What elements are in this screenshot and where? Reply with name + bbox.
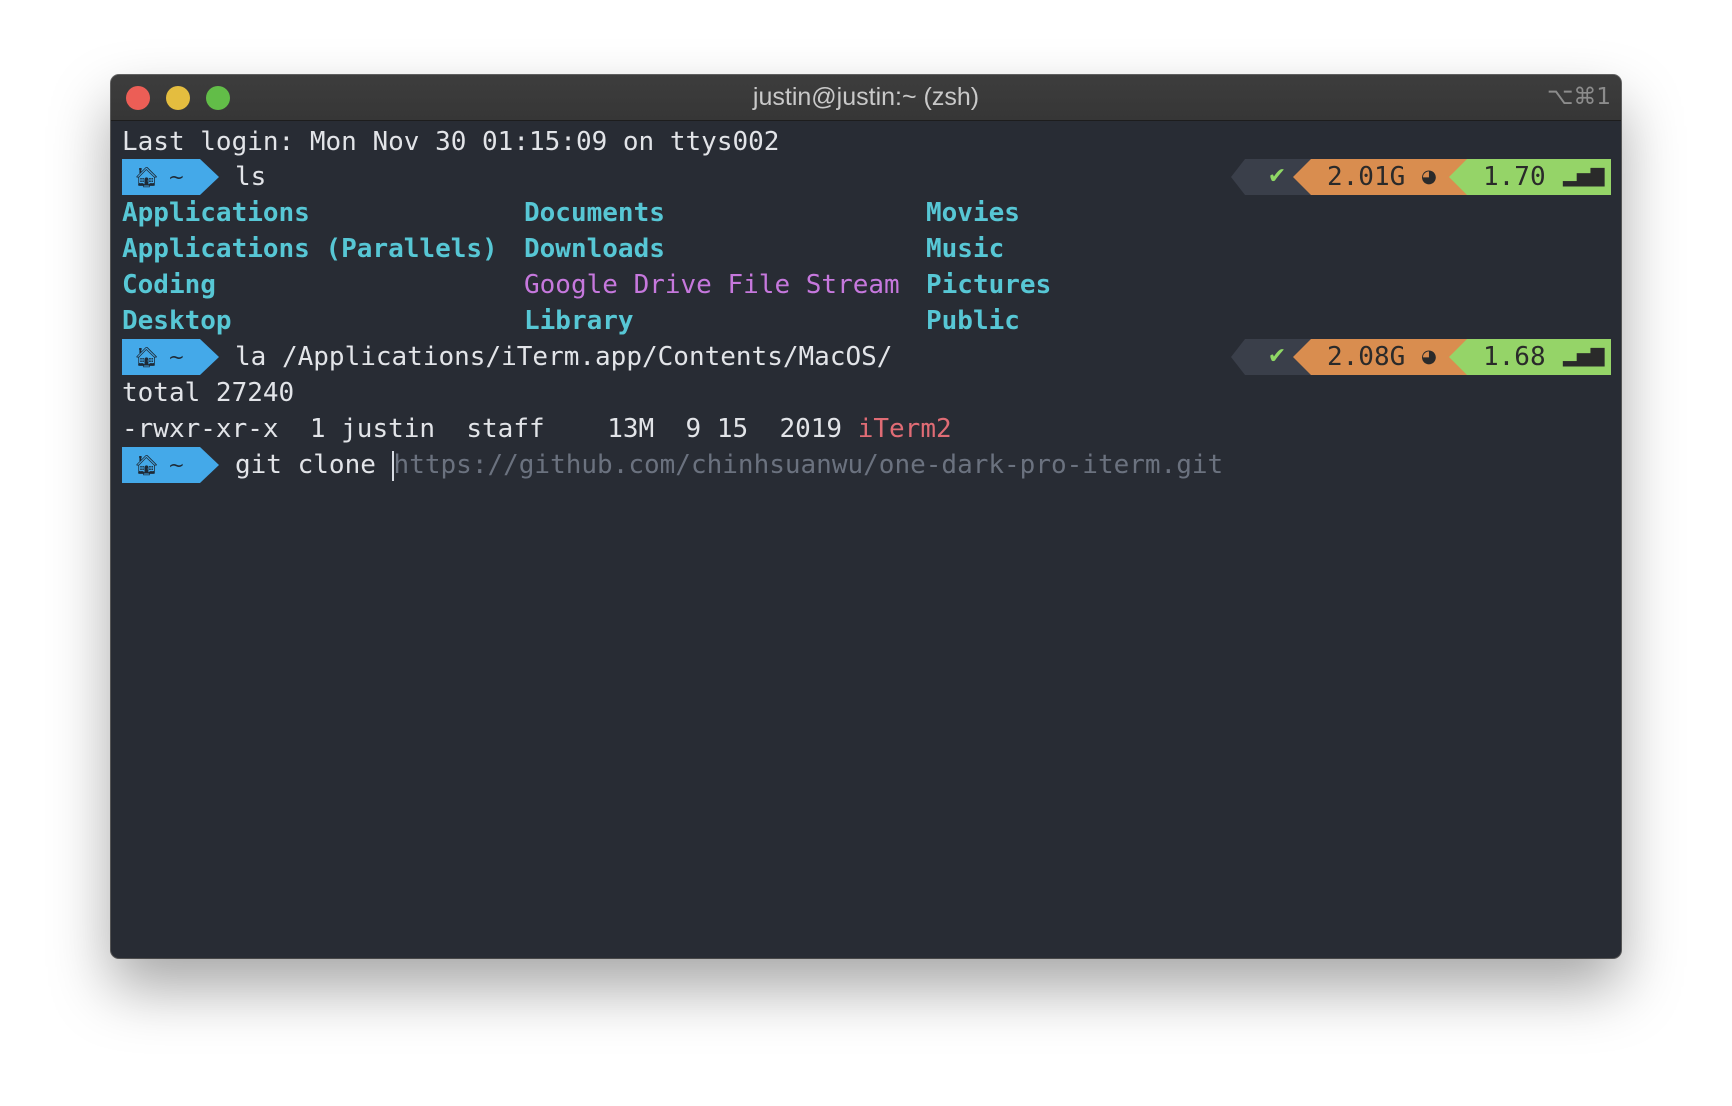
dir-entry: Documents [524, 198, 665, 228]
file-entry: -rwxr-xr-x 1 justin staff 13M 9 15 2019 … [122, 411, 952, 447]
dir-entry: Coding [122, 270, 216, 300]
dir-entry: Applications (Parallels) [122, 234, 498, 264]
title-bar[interactable]: justin@justin:~ (zsh) ⌥⌘1 [111, 75, 1621, 121]
dir-entry: Pictures [926, 270, 1052, 300]
command-text: ls [235, 162, 267, 192]
dir-entry: Public [926, 306, 1020, 336]
dir-entry: Music [926, 234, 1005, 264]
load-segment: 1.68 ▂▅▇ [1449, 339, 1611, 375]
prompt-dir: ~ [168, 453, 185, 477]
last-login-line: Last login: Mon Nov 30 01:15:09 on ttys0… [122, 127, 780, 157]
memory-value: 2.08G [1327, 342, 1406, 372]
load-segment: 1.70 ▂▅▇ [1449, 159, 1611, 195]
command-text: la /Applications/iTerm.app/Contents/MacO… [235, 342, 893, 372]
terminal-window: justin@justin:~ (zsh) ⌥⌘1 Last login: Mo… [111, 75, 1621, 958]
bar-chart-icon: ▂▅▇ [1563, 346, 1605, 367]
terminal-output[interactable]: Last login: Mon Nov 30 01:15:09 on ttys0… [122, 122, 1621, 958]
prompt-dir: ~ [168, 345, 185, 369]
house-icon: 🏠︎ [134, 345, 160, 369]
memory-value: 2.01G [1327, 162, 1406, 192]
status-segments: ✔ 2.08G ◕ 1.68 ▂▅▇ [1231, 339, 1611, 375]
command-input[interactable]: git clone https://github.com/chinhsuanwu… [235, 447, 1223, 483]
status-segments: ✔ 2.01G ◕ 1.70 ▂▅▇ [1231, 159, 1611, 195]
dir-entry: Downloads [524, 234, 665, 264]
window-title: justin@justin:~ (zsh) [752, 83, 980, 111]
load-value: 1.70 [1483, 162, 1546, 192]
memory-segment: 2.08G ◕ [1293, 339, 1469, 375]
dashboard-icon: ◕ [1421, 346, 1437, 367]
prompt-segment: 🏠︎ ~ [122, 339, 219, 375]
prompt-segment: 🏠︎ ~ [122, 447, 219, 483]
dir-entry: Desktop [122, 306, 232, 336]
dir-entry: Library [524, 306, 634, 336]
dir-entry: Movies [926, 198, 1020, 228]
file-permissions: -rwxr-xr-x 1 justin staff 13M 9 15 2019 [122, 414, 858, 444]
executable-name: iTerm2 [857, 414, 952, 444]
prompt-dir: ~ [168, 165, 185, 189]
house-icon: 🏠︎ [134, 453, 160, 477]
bar-chart-icon: ▂▅▇ [1563, 166, 1605, 187]
tab-shortcut-label: ⌥⌘1 [1546, 84, 1611, 110]
load-value: 1.68 [1483, 342, 1546, 372]
symlink-entry: Google Drive File Stream [524, 270, 900, 300]
dashboard-icon: ◕ [1421, 166, 1437, 187]
memory-segment: 2.01G ◕ [1293, 159, 1469, 195]
dir-entry: Applications [122, 198, 310, 228]
total-line: total 27240 [122, 378, 295, 408]
command-text: git clone [235, 450, 392, 480]
autosuggestion: https://github.com/chinhsuanwu/one-dark-… [393, 450, 1224, 480]
house-icon: 🏠︎ [134, 165, 160, 189]
prompt-segment: 🏠︎ ~ [122, 159, 219, 195]
